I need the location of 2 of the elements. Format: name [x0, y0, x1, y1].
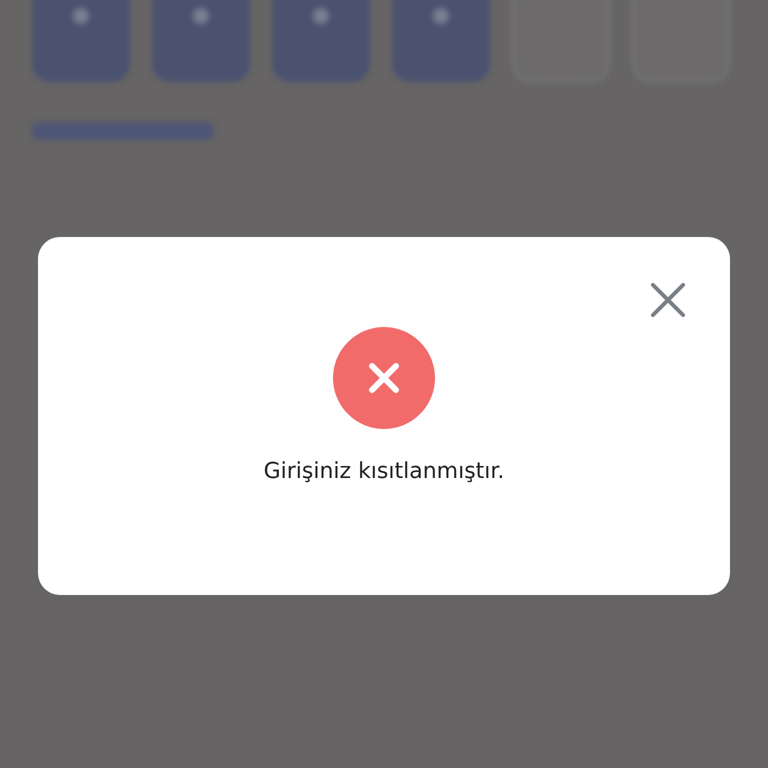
error-message: Girişiniz kısıtlanmıştır.: [264, 459, 504, 484]
close-button[interactable]: [650, 282, 686, 318]
